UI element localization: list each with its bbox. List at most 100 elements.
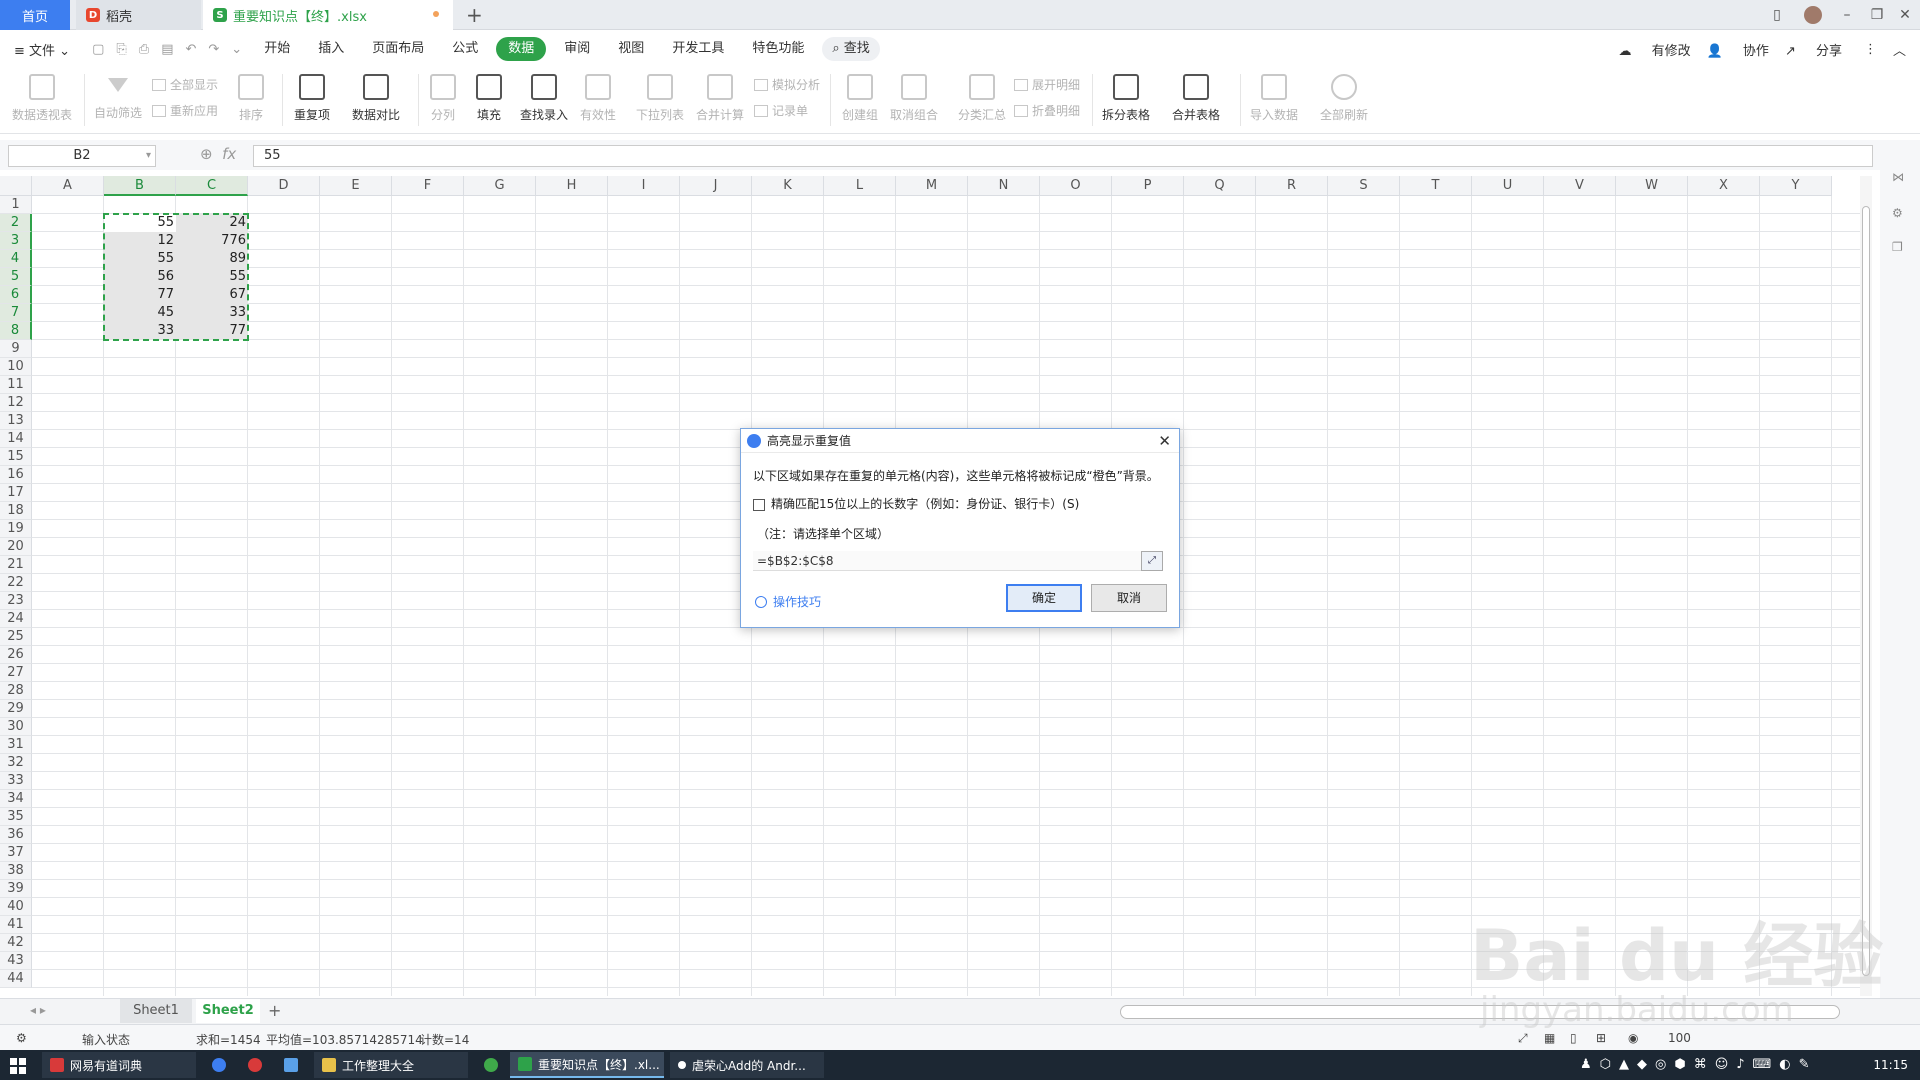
sidebar-pin-icon[interactable]: ⋈ <box>1892 170 1904 184</box>
window-layout-icon[interactable]: ▯ <box>1760 0 1794 30</box>
row-header-19[interactable]: 19 <box>0 520 32 538</box>
windows-start-icon[interactable] <box>10 1058 26 1074</box>
row-header-11[interactable]: 11 <box>0 376 32 394</box>
row-header-14[interactable]: 14 <box>0 430 32 448</box>
column-header-D[interactable]: D <box>248 176 320 196</box>
consolidate-button[interactable]: 合并计算 <box>696 70 744 123</box>
row-header-4[interactable]: 4 <box>0 250 32 268</box>
import-data-button[interactable]: 导入数据 <box>1250 70 1298 123</box>
collapse-detail-button[interactable]: 折叠明细 <box>1014 102 1080 119</box>
select-range-icon[interactable]: ⤢ <box>1141 551 1163 571</box>
tips-link[interactable]: 操作技巧 <box>755 593 821 610</box>
select-all-corner[interactable] <box>0 176 32 196</box>
sheet-tab-sheet2[interactable]: Sheet2 <box>196 999 260 1023</box>
menu-data[interactable]: 数据 <box>496 37 547 61</box>
preview-icon[interactable]: ▤ <box>161 42 173 57</box>
menu-features[interactable]: 特色功能 <box>742 37 814 61</box>
row-header-8[interactable]: 8 <box>0 322 32 340</box>
column-header-W[interactable]: W <box>1616 176 1688 196</box>
fill-button[interactable]: 填充 <box>476 70 502 123</box>
tray-icons[interactable]: ♟⬡▲◆◎⬢⌘☺♪⌨◐✎ <box>1580 1057 1818 1072</box>
status-macro-icon[interactable]: ⚙ <box>16 1031 27 1045</box>
row-header-17[interactable]: 17 <box>0 484 32 502</box>
add-sheet-button[interactable]: + <box>268 1001 281 1020</box>
menu-formula[interactable]: 公式 <box>442 37 488 61</box>
row-header-9[interactable]: 9 <box>0 340 32 358</box>
row-header-6[interactable]: 6 <box>0 286 32 304</box>
long-number-option[interactable]: 精确匹配15位以上的长数字（例如：身份证、银行卡）(S) <box>753 495 1079 512</box>
cancel-button[interactable]: 取消 <box>1091 584 1167 612</box>
scroll-thumb[interactable] <box>1862 206 1870 976</box>
row-header-33[interactable]: 33 <box>0 772 32 790</box>
share-button[interactable]: ↗ 分享 <box>1785 40 1842 59</box>
menu-insert[interactable]: 插入 <box>308 37 354 61</box>
column-header-T[interactable]: T <box>1400 176 1472 196</box>
normal-view-icon[interactable]: ▦ <box>1544 1031 1555 1045</box>
show-all-button[interactable]: 全部显示 <box>152 76 218 93</box>
page-break-icon[interactable]: ⊞ <box>1596 1031 1606 1045</box>
column-header-E[interactable]: E <box>320 176 392 196</box>
split-table-button[interactable]: 拆分表格 <box>1102 70 1150 123</box>
column-header-C[interactable]: C <box>176 176 248 196</box>
tab-document[interactable]: S 重要知识点【终】.xlsx <box>203 0 453 30</box>
reapply-button[interactable]: 重新应用 <box>152 102 218 119</box>
column-header-I[interactable]: I <box>608 176 680 196</box>
record-form-button[interactable]: 记录单 <box>754 102 808 119</box>
column-header-Y[interactable]: Y <box>1760 176 1832 196</box>
row-header-34[interactable]: 34 <box>0 790 32 808</box>
row-header-43[interactable]: 43 <box>0 952 32 970</box>
tab-home[interactable]: 首页 <box>0 0 70 30</box>
row-header-21[interactable]: 21 <box>0 556 32 574</box>
row-header-38[interactable]: 38 <box>0 862 32 880</box>
name-box[interactable]: B2 ▾ <box>8 145 156 167</box>
taskbar-youdao[interactable]: 网易有道词典 <box>42 1052 196 1078</box>
column-header-V[interactable]: V <box>1544 176 1616 196</box>
collapse-ribbon-icon[interactable]: ︿ <box>1893 40 1906 59</box>
range-input[interactable]: =$B$2:$C$8 <box>753 551 1163 571</box>
tab-daoke[interactable]: D 稻壳 <box>76 0 201 30</box>
column-header-S[interactable]: S <box>1328 176 1400 196</box>
row-header-12[interactable]: 12 <box>0 394 32 412</box>
expand-detail-button[interactable]: 展开明细 <box>1014 76 1080 93</box>
fullscreen-icon[interactable]: ⤢ <box>1518 1031 1528 1046</box>
search-button[interactable]: ⌕ 查找 <box>822 37 880 61</box>
create-group-button[interactable]: 创建组 <box>842 70 878 123</box>
row-header-27[interactable]: 27 <box>0 664 32 682</box>
menu-developer[interactable]: 开发工具 <box>662 37 734 61</box>
close-icon[interactable]: ✕ <box>1888 0 1920 30</box>
quick-access-more-icon[interactable]: ⌄ <box>231 42 242 57</box>
export-icon[interactable]: ⎘ <box>116 42 126 57</box>
row-header-28[interactable]: 28 <box>0 682 32 700</box>
row-header-39[interactable]: 39 <box>0 880 32 898</box>
taskbar-app-green[interactable] <box>476 1052 506 1078</box>
undo-icon[interactable]: ↶ <box>185 42 196 57</box>
row-header-7[interactable]: 7 <box>0 304 32 322</box>
column-header-X[interactable]: X <box>1688 176 1760 196</box>
duplicates-button[interactable]: 重复项 <box>294 70 330 123</box>
taskbar-folder[interactable]: 工作整理大全 <box>314 1052 468 1078</box>
row-header-40[interactable]: 40 <box>0 898 32 916</box>
refresh-all-button[interactable]: 全部刷新 <box>1320 70 1368 123</box>
column-header-M[interactable]: M <box>896 176 968 196</box>
validity-button[interactable]: 有效性 <box>580 70 616 123</box>
column-header-H[interactable]: H <box>536 176 608 196</box>
taskbar-app-b[interactable] <box>204 1052 234 1078</box>
auto-filter-button[interactable]: 自动筛选 <box>94 70 142 121</box>
dropdown-list-button[interactable]: 下拉列表 <box>636 70 684 123</box>
row-header-25[interactable]: 25 <box>0 628 32 646</box>
row-header-13[interactable]: 13 <box>0 412 32 430</box>
ok-button[interactable]: 确定 <box>1006 584 1082 612</box>
row-header-35[interactable]: 35 <box>0 808 32 826</box>
row-header-23[interactable]: 23 <box>0 592 32 610</box>
what-if-button[interactable]: 模拟分析 <box>754 76 820 93</box>
row-header-16[interactable]: 16 <box>0 466 32 484</box>
sidebar-copy-icon[interactable]: ❐ <box>1892 240 1903 254</box>
sheet-nav-icon[interactable]: ◂ ▸ <box>30 1003 46 1017</box>
row-header-3[interactable]: 3 <box>0 232 32 250</box>
menu-review[interactable]: 审阅 <box>554 37 600 61</box>
menu-page-layout[interactable]: 页面布局 <box>362 37 434 61</box>
pivot-table-button[interactable]: 数据透视表 <box>12 70 72 123</box>
new-tab-button[interactable]: + <box>466 3 483 27</box>
redo-icon[interactable]: ↷ <box>208 42 219 57</box>
row-header-24[interactable]: 24 <box>0 610 32 628</box>
